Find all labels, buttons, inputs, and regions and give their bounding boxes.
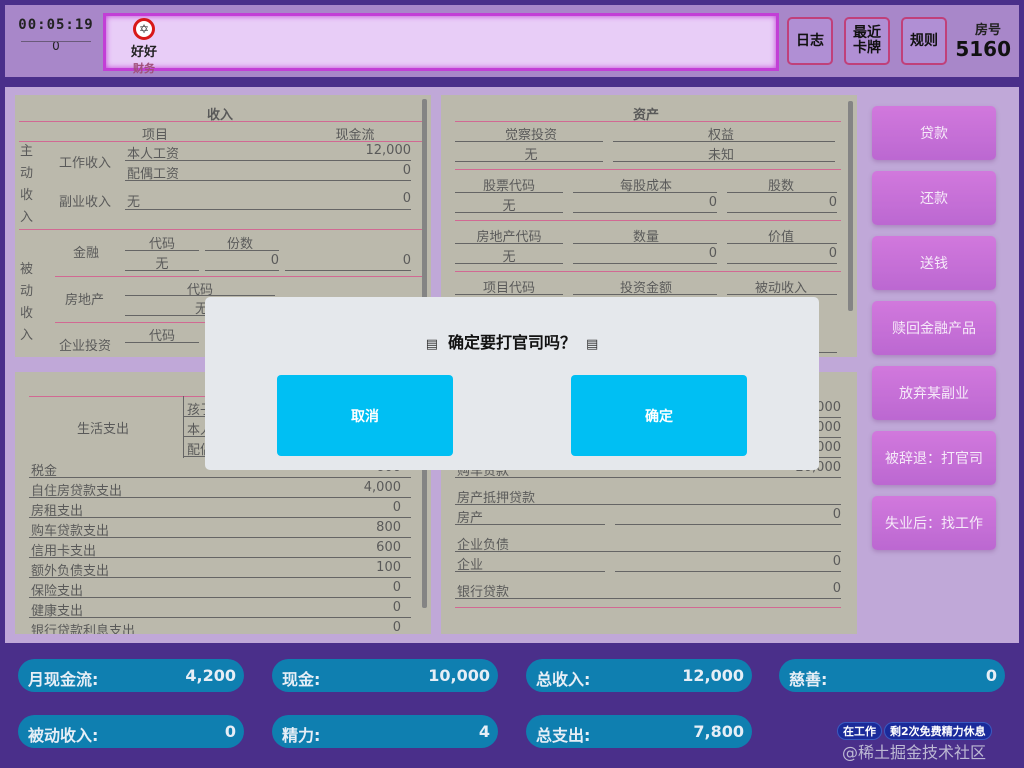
stat-value: 0 <box>224 722 236 741</box>
star-of-david-icon: ✡ <box>133 18 155 40</box>
room-number: 5160 <box>955 37 1011 61</box>
stat-label: 总收入: <box>536 670 591 689</box>
cash-stat: 现金: 10,000 <box>272 659 498 692</box>
dialog-title: 确定要打官司吗？ <box>447 333 576 352</box>
stat-value: 0 <box>985 666 997 685</box>
monthly-cashflow-stat: 月现金流: 4,200 <box>18 659 244 692</box>
stat-value: 12,000 <box>682 666 744 685</box>
free-rest-badge[interactable]: 剩2次免费精力休息 <box>884 722 992 740</box>
total-expense-stat: 总支出: 7,800 <box>526 715 752 748</box>
watermark: @稀土掘金技术社区 <box>842 743 987 762</box>
player-name: 好好 <box>130 45 157 60</box>
stat-label: 现金: <box>282 670 321 689</box>
player-card[interactable]: ✡ 好好 财务 <box>124 18 164 76</box>
rules-button[interactable]: 规则 <box>901 17 947 65</box>
stat-value: 4,200 <box>185 666 236 685</box>
confirm-button[interactable]: 确定 <box>571 375 747 456</box>
passive-income-stat: 被动收入: 0 <box>18 715 244 748</box>
total-income-stat: 总收入: 12,000 <box>526 659 752 692</box>
stat-value: 10,000 <box>428 666 490 685</box>
confirm-dialog: ▤ 确定要打官司吗？ ▤ 取消 确定 <box>205 297 819 470</box>
document-icon: ▤ <box>586 337 599 352</box>
stat-value: 4 <box>478 722 490 741</box>
timer-divider <box>21 41 91 42</box>
room-label: 房号 <box>974 23 1001 38</box>
player-role: 财务 <box>133 62 155 75</box>
stat-label: 总支出: <box>536 726 591 745</box>
energy-stat: 精力: 4 <box>272 715 498 748</box>
recent-cards-button[interactable]: 最近卡牌 <box>844 17 890 65</box>
player-bar: ✡ 好好 财务 <box>103 13 779 75</box>
stat-label: 精力: <box>282 726 321 745</box>
recent-cards-label: 最近卡牌 <box>853 25 881 56</box>
top-bar: 00:05:19 0 ✡ 好好 财务 日志 最近卡牌 规则 房号 5160 <box>5 5 1019 77</box>
document-icon: ▤ <box>425 337 438 352</box>
working-badge: 在工作 <box>837 722 882 740</box>
game-timer: 00:05:19 0 <box>15 17 97 69</box>
stat-label: 月现金流: <box>28 670 99 689</box>
cancel-button[interactable]: 取消 <box>277 375 453 456</box>
dialog-title-row: ▤ 确定要打官司吗？ ▤ <box>205 329 819 353</box>
timer-text: 00:05:19 <box>18 17 94 33</box>
log-button[interactable]: 日志 <box>787 17 833 65</box>
stat-label: 慈善: <box>789 670 828 689</box>
stat-value: 7,800 <box>693 722 744 741</box>
stat-label: 被动收入: <box>28 726 99 745</box>
charity-stat: 慈善: 0 <box>779 659 1005 692</box>
